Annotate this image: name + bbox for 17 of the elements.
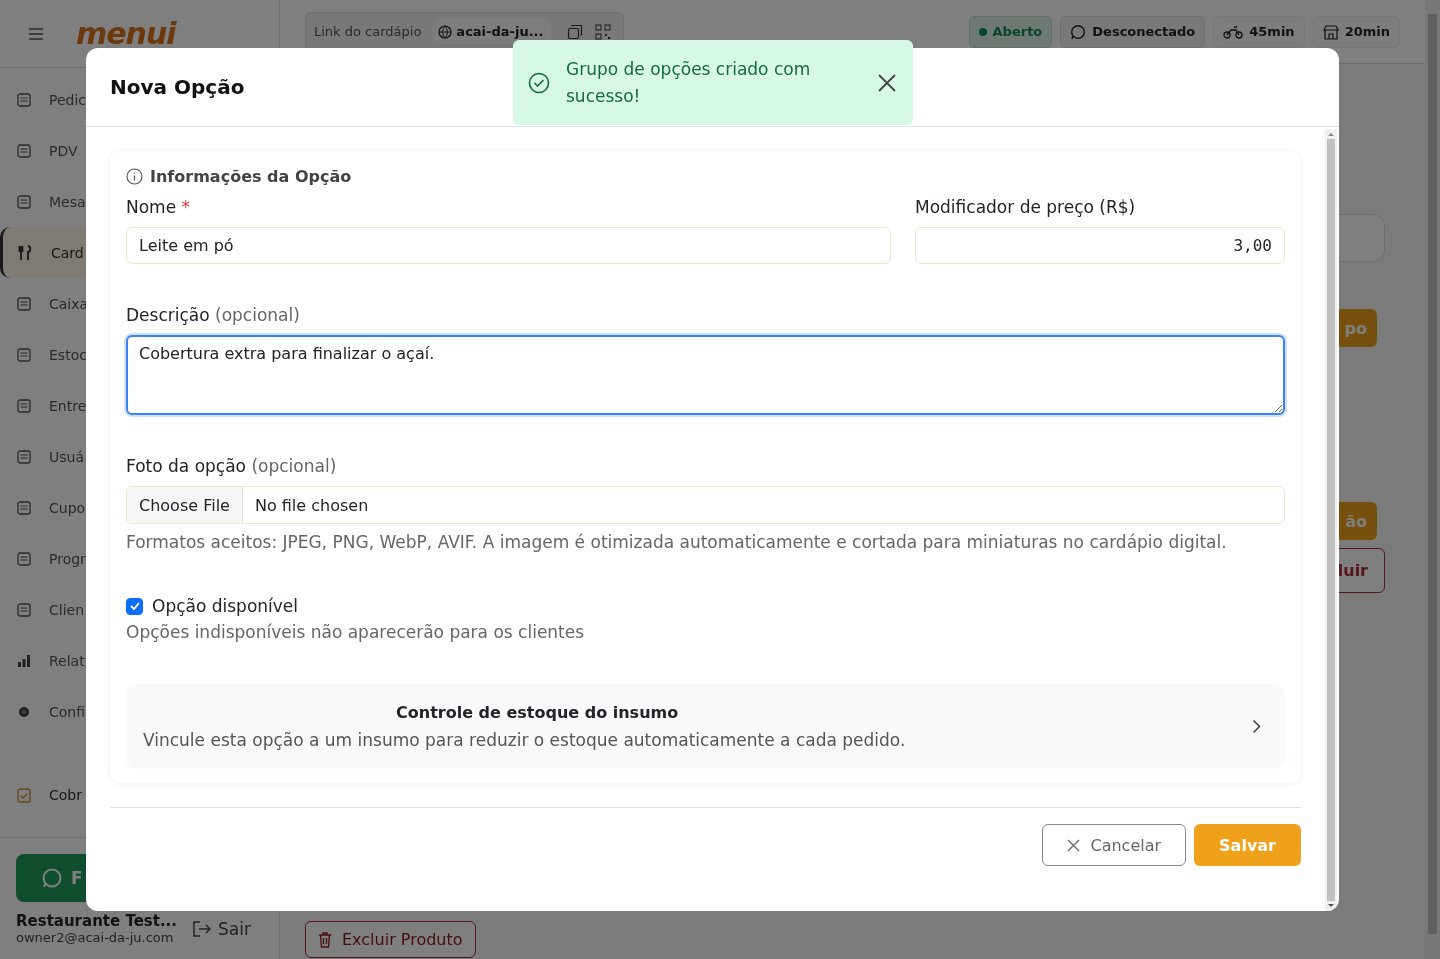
status-chip: Desconectado	[1060, 15, 1206, 48]
status-chip: 45min	[1213, 15, 1305, 48]
dialog-title: Nova Opção	[110, 75, 245, 99]
field-label: Descrição (opcional)	[126, 305, 301, 325]
hint-text: Formatos aceitos: JPEG, PNG, WebP, AVIF. A imagem é otimizada automaticamente e cortada para miniaturas no cardápio digital.	[126, 532, 1228, 552]
account-email: owner2@acai-da-ju.com	[16, 930, 175, 945]
section-title: Informações da Opção	[150, 167, 352, 186]
field-label: Foto da opção (opcional)	[126, 456, 338, 476]
toast-message: Grupo de opções criado com sucesso!	[566, 58, 812, 108]
account-name: Restaurante Test...	[16, 912, 177, 930]
status-chip: 20min	[1312, 15, 1400, 48]
field-label: Nome *	[126, 197, 192, 217]
logo: menui	[76, 16, 176, 51]
hint-text: Opções indisponíveis não aparecerão para os clientes	[126, 622, 586, 642]
link-label: Link do cardápio	[314, 24, 422, 39]
field-label: Modificador de preço (R$)	[915, 197, 1137, 217]
status-chip: Aberto	[968, 15, 1053, 48]
